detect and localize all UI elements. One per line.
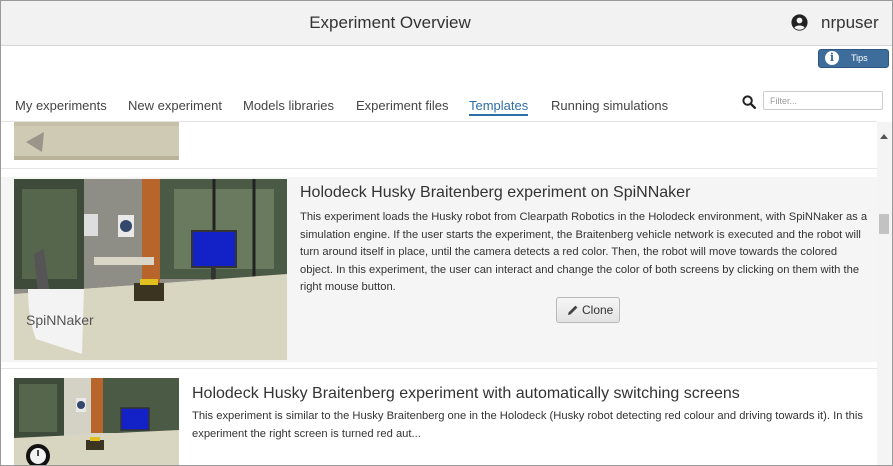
- experiment-title[interactable]: Holodeck Husky Braitenberg experiment on…: [300, 184, 690, 202]
- card-separator: [1, 168, 877, 169]
- tab-templates[interactable]: Templates: [469, 98, 529, 116]
- template-thumbnail: [14, 378, 179, 465]
- tab-running-simulations[interactable]: Running simulations: [551, 98, 668, 113]
- tips-label: Tips: [851, 53, 868, 63]
- clone-button[interactable]: Clone: [556, 297, 620, 323]
- scroll-thumb[interactable]: [879, 214, 889, 234]
- scrollbar[interactable]: [877, 122, 892, 465]
- tips-button[interactable]: i Tips: [818, 49, 889, 68]
- info-icon: i: [825, 51, 839, 65]
- tab-models-libraries[interactable]: Models libraries: [243, 98, 334, 113]
- scroll-up-arrow-icon[interactable]: [880, 134, 888, 139]
- experiment-description: This experiment loads the Husky robot fr…: [300, 211, 868, 293]
- page-title: Experiment Overview: [309, 13, 471, 32]
- app-window: Experiment Overview nrpuser i Tips My ex…: [0, 0, 893, 466]
- tab-experiment-files[interactable]: Experiment files: [356, 98, 448, 113]
- search-icon[interactable]: [742, 95, 756, 109]
- template-thumbnail: SpiNNaker: [14, 179, 287, 360]
- experiment-title[interactable]: Holodeck Husky Braitenberg experiment wi…: [192, 385, 740, 403]
- tab-my-experiments[interactable]: My experiments: [15, 98, 107, 113]
- template-card-selected[interactable]: SpiNNaker Holodeck Husky Braitenberg exp…: [1, 177, 877, 362]
- template-list: SpiNNaker Holodeck Husky Braitenberg exp…: [1, 122, 877, 465]
- experiment-description: This experiment is similar to the Husky …: [192, 410, 863, 440]
- spinnaker-logo-text: SpiNNaker: [26, 312, 94, 328]
- username[interactable]: nrpuser: [821, 13, 879, 33]
- pencil-icon: [568, 305, 578, 315]
- tab-bar: My experiments New experiment Models lib…: [1, 95, 892, 119]
- tab-new-experiment[interactable]: New experiment: [128, 98, 222, 113]
- clone-label: Clone: [582, 303, 614, 317]
- template-card[interactable]: Holodeck Husky Braitenberg experiment wi…: [1, 376, 877, 465]
- template-card[interactable]: [1, 122, 877, 160]
- card-separator: [1, 368, 877, 369]
- template-thumbnail: [14, 122, 179, 160]
- filter-input[interactable]: [763, 91, 883, 110]
- user-circle-icon[interactable]: [791, 14, 808, 31]
- top-bar: Experiment Overview nrpuser: [1, 1, 892, 46]
